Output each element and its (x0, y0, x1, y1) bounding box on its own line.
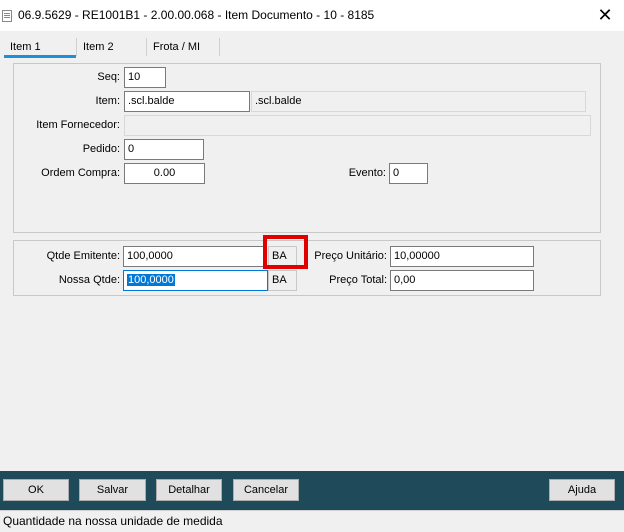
nossa-qtde-unit: BA (268, 270, 297, 291)
preco-unitario-label: Preço Unitário: (314, 250, 387, 262)
seq-label: Seq: (97, 71, 120, 83)
ordem-compra-field[interactable]: 0.00 (124, 163, 205, 184)
ordem-compra-label: Ordem Compra: (41, 167, 120, 179)
preco-unitario-field[interactable]: 10,00000 (390, 246, 534, 267)
seq-field[interactable]: 10 (124, 67, 166, 88)
item-label: Item: (95, 95, 120, 107)
nossa-qtde-value: 100,0000 (127, 274, 175, 286)
pedido-label: Pedido: (82, 143, 120, 155)
qtde-emitente-field[interactable]: 100,0000 (123, 246, 267, 267)
tab-frota-mi[interactable]: Frota / MI (146, 38, 220, 56)
salvar-button[interactable]: Salvar (79, 479, 146, 501)
status-message: Quantidade na nossa unidade de medida (3, 514, 223, 528)
item-description-field: .scl.balde (251, 91, 586, 112)
evento-field[interactable]: 0 (389, 163, 428, 184)
preco-total-field[interactable]: 0,00 (390, 270, 534, 291)
cancelar-button[interactable]: Cancelar (233, 479, 299, 501)
qtde-emitente-label: Qtde Emitente: (46, 250, 120, 262)
pedido-field[interactable]: 0 (124, 139, 204, 160)
document-icon (2, 10, 12, 22)
active-tab-indicator (4, 55, 76, 58)
nossa-qtde-label: Nossa Qtde: (58, 274, 120, 286)
item-fornecedor-label: Item Fornecedor: (36, 119, 120, 131)
nossa-qtde-field[interactable]: 100,0000 (123, 270, 268, 291)
ajuda-button[interactable]: Ajuda (549, 479, 615, 501)
tab-item-1[interactable]: Item 1 (4, 38, 76, 56)
close-icon[interactable]: ✕ (592, 3, 618, 27)
evento-label: Evento: (348, 167, 386, 179)
preco-total-label: Preço Total: (329, 274, 387, 286)
ok-button[interactable]: OK (3, 479, 69, 501)
detalhar-button[interactable]: Detalhar (156, 479, 222, 501)
window-title: 06.9.5629 - RE1001B1 - 2.00.00.068 - Ite… (18, 8, 375, 22)
item-field[interactable]: .scl.balde (124, 91, 250, 112)
tab-item-2[interactable]: Item 2 (76, 38, 144, 56)
item-fornecedor-field[interactable] (124, 115, 591, 136)
